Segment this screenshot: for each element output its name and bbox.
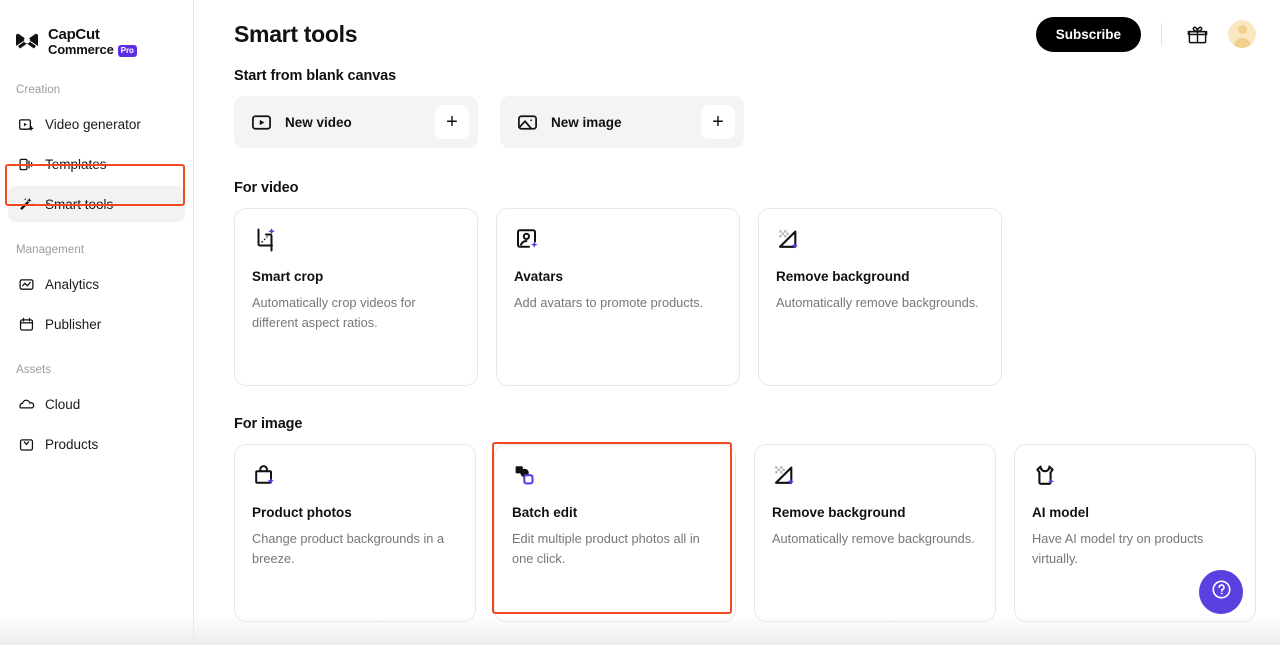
magic-wand-icon <box>18 196 35 213</box>
products-icon <box>18 436 35 453</box>
remove-background-icon <box>772 463 798 489</box>
sidebar-item-label: Analytics <box>45 277 99 292</box>
sidebar-item-publisher[interactable]: Publisher <box>8 306 185 342</box>
templates-icon <box>18 156 35 173</box>
brand-logo[interactable]: CapCut Commerce Pro <box>0 0 193 62</box>
ai-model-icon <box>1032 463 1058 489</box>
new-image-card[interactable]: New image + <box>500 96 744 148</box>
new-video-add-button[interactable]: + <box>435 105 469 139</box>
sidebar-item-label: Cloud <box>45 397 80 412</box>
video-play-icon <box>251 112 272 133</box>
video-generator-icon <box>18 116 35 133</box>
top-bar: Smart tools Subscribe <box>194 0 1280 68</box>
sidebar-item-label: Products <box>45 437 98 452</box>
help-question-icon <box>1210 578 1233 606</box>
remove-background-icon <box>776 227 802 253</box>
sidebar-group-label-assets: Assets <box>0 354 193 382</box>
image-icon <box>517 112 538 133</box>
blank-canvas-row: New video + New image + <box>234 96 1256 148</box>
sidebar-group-management: Management Analytics <box>0 234 193 342</box>
pro-badge: Pro <box>118 45 137 57</box>
tool-card-avatars[interactable]: Avatars Add avatars to promote products. <box>496 208 740 386</box>
new-image-label: New image <box>551 115 688 130</box>
brand-text: CapCut Commerce Pro <box>48 27 137 56</box>
sidebar-item-video-generator[interactable]: Video generator <box>8 106 185 142</box>
tool-card-desc: Automatically remove backgrounds. <box>772 529 978 549</box>
tool-card-desc: Edit multiple product photos all in one … <box>512 529 718 569</box>
brand-line-2: Commerce Pro <box>48 43 137 57</box>
sidebar-item-analytics[interactable]: Analytics <box>8 266 185 302</box>
gift-icon[interactable] <box>1182 19 1212 49</box>
sidebar-item-label: Publisher <box>45 317 101 332</box>
smart-crop-icon <box>252 227 278 253</box>
tool-card-title: Smart crop <box>252 269 460 284</box>
sidebar-item-label: Templates <box>45 157 107 172</box>
new-image-add-button[interactable]: + <box>701 105 735 139</box>
tool-card-title: Avatars <box>514 269 722 284</box>
calendar-icon <box>18 316 35 333</box>
tool-card-smart-crop[interactable]: Smart crop Automatically crop videos for… <box>234 208 478 386</box>
tool-card-title: Product photos <box>252 505 458 520</box>
tool-card-product-photos[interactable]: Product photos Change product background… <box>234 444 476 622</box>
sidebar: CapCut Commerce Pro Creation Video gen <box>0 0 194 645</box>
sidebar-group-assets: Assets Cloud Products <box>0 354 193 462</box>
tool-card-title: Remove background <box>772 505 978 520</box>
sidebar-group-label-creation: Creation <box>0 74 193 102</box>
tool-card-desc: Automatically crop videos for different … <box>252 293 460 333</box>
sidebar-group-label-management: Management <box>0 234 193 262</box>
app-root: CapCut Commerce Pro Creation Video gen <box>0 0 1280 645</box>
analytics-icon <box>18 276 35 293</box>
toolbar-divider <box>1161 23 1162 45</box>
cloud-icon <box>18 396 35 413</box>
batch-edit-icon <box>512 463 538 489</box>
avatars-icon <box>514 227 540 253</box>
sidebar-item-label: Smart tools <box>45 197 113 212</box>
sidebar-group-creation: Creation Video generator <box>0 74 193 222</box>
sidebar-item-cloud[interactable]: Cloud <box>8 386 185 422</box>
capcut-logo-icon <box>14 29 40 55</box>
section-label-for-video: For video <box>234 180 1256 196</box>
tool-card-desc: Add avatars to promote products. <box>514 293 722 313</box>
product-photos-icon <box>252 463 278 489</box>
tool-card-title: Remove background <box>776 269 984 284</box>
sidebar-item-label: Video generator <box>45 117 141 132</box>
tool-card-title: Batch edit <box>512 505 718 520</box>
tool-card-desc: Change product backgrounds in a breeze. <box>252 529 458 569</box>
brand-line-1: CapCut <box>48 27 137 43</box>
new-video-card[interactable]: New video + <box>234 96 478 148</box>
tool-card-title: AI model <box>1032 505 1238 520</box>
sidebar-item-smart-tools[interactable]: Smart tools <box>8 186 185 222</box>
tool-card-desc: Have AI model try on products virtually. <box>1032 529 1238 569</box>
for-image-card-grid: Product photos Change product background… <box>234 444 1256 622</box>
new-video-label: New video <box>285 115 422 130</box>
section-label-for-image: For image <box>234 416 1256 432</box>
avatar[interactable] <box>1228 20 1256 48</box>
subscribe-button[interactable]: Subscribe <box>1036 17 1141 52</box>
sidebar-item-templates[interactable]: Templates <box>8 146 185 182</box>
tool-card-remove-background-image[interactable]: Remove background Automatically remove b… <box>754 444 996 622</box>
page-title: Smart tools <box>234 21 357 48</box>
for-video-card-grid: Smart crop Automatically crop videos for… <box>234 208 1256 386</box>
sidebar-item-products[interactable]: Products <box>8 426 185 462</box>
content-area: Start from blank canvas New video + <box>194 68 1280 622</box>
section-label-blank-canvas: Start from blank canvas <box>234 68 1256 84</box>
tool-card-batch-edit[interactable]: Batch edit Edit multiple product photos … <box>494 444 736 622</box>
brand-commerce-label: Commerce <box>48 43 114 57</box>
main-content: Smart tools Subscribe Start fr <box>194 0 1280 645</box>
tool-card-desc: Automatically remove backgrounds. <box>776 293 984 313</box>
top-bar-actions: Subscribe <box>1036 17 1256 52</box>
tool-card-remove-background-video[interactable]: Remove background Automatically remove b… <box>758 208 1002 386</box>
help-button[interactable] <box>1199 570 1243 614</box>
